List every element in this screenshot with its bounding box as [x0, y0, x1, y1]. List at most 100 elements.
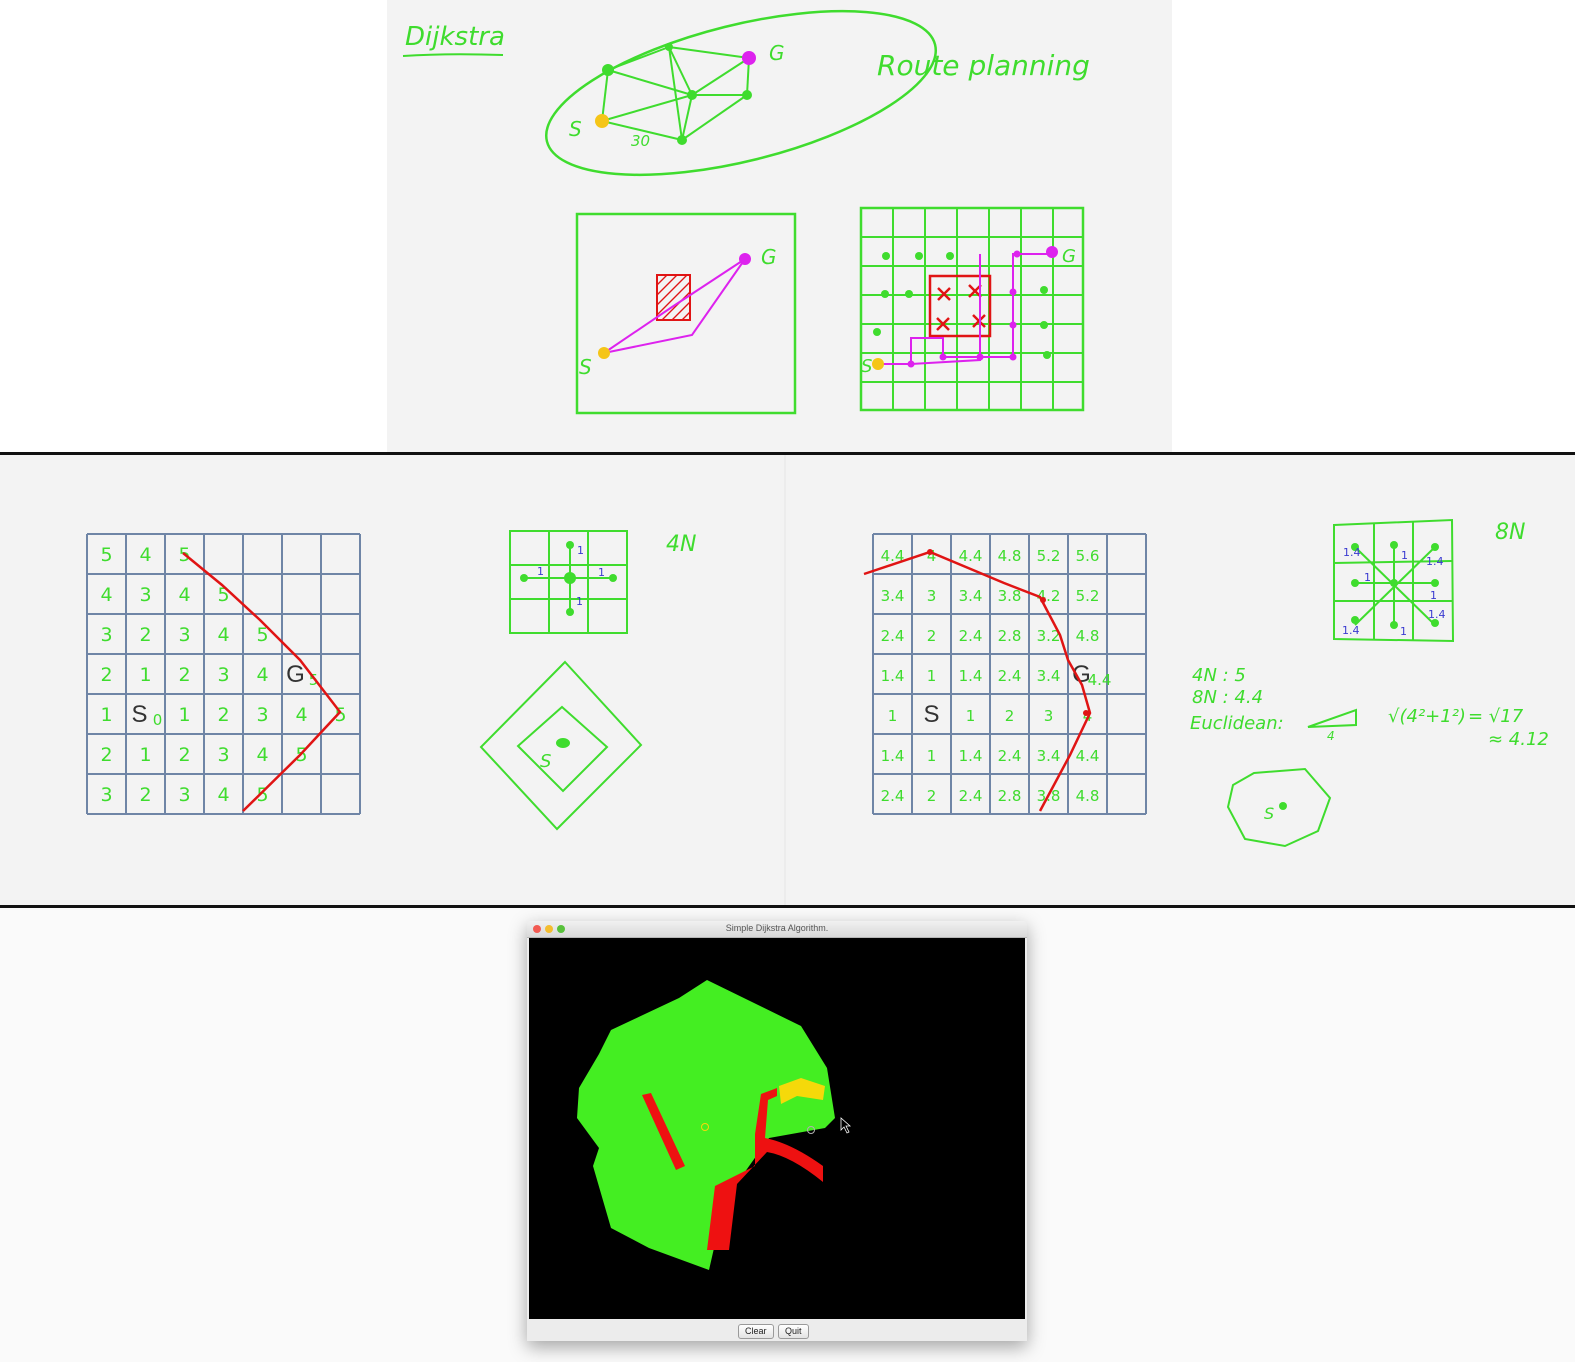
dijkstra-canvas[interactable]	[529, 938, 1025, 1319]
grid-4n-cell: 1	[100, 704, 112, 726]
weight-8n-b: 1	[1400, 625, 1407, 638]
grid-8n-cell: 1	[927, 747, 937, 765]
grid-4n-cell: 4	[256, 664, 268, 686]
grid-8n-cell: 2	[927, 627, 937, 645]
triangle-base: 4	[1327, 729, 1335, 743]
stencil-8n: 1.4 1 1.4 1 1 1.4 1 1.4 8N	[1333, 518, 1525, 643]
weight-4n-bottom: 1	[576, 595, 583, 608]
mouse-cursor-icon	[840, 1117, 852, 1134]
grid-8n-cell: 1.4	[881, 747, 905, 765]
grid-4n-goal-label: G	[286, 661, 305, 688]
window-title: Simple Dijkstra Algorithm.	[725, 923, 829, 933]
grid-4n-cell: 2	[100, 664, 112, 686]
grid-4n-start-label: S	[131, 701, 147, 728]
grid-8n-cell: 1	[966, 707, 976, 725]
weight-8n-t: 1	[1401, 549, 1408, 562]
graph-start-label: S	[569, 117, 582, 141]
quit-button[interactable]: Quit	[778, 1324, 809, 1339]
grid-8n-cell: 3.4	[1037, 747, 1061, 765]
grid-8n-cell: 2.4	[998, 747, 1022, 765]
grid-4n-cell: 1	[139, 744, 151, 766]
grid-8n-cell: 1	[888, 707, 898, 725]
grid-8n-cell: 4.8	[1076, 787, 1100, 805]
graph-diagram: S G 30	[544, 9, 938, 177]
grid-4n-cell: 5	[100, 544, 112, 566]
grid-start-label: S	[861, 356, 872, 377]
obstacle-goal-label: G	[761, 245, 777, 269]
octagon-label: S	[1264, 804, 1274, 823]
grid-8n-cell: 1.4	[959, 747, 983, 765]
note-euclidean: Euclidean:	[1190, 713, 1284, 734]
diamond-label: S	[540, 751, 551, 772]
middle-panel: 54543453234521234G51S01234521234532345 1…	[0, 455, 1575, 905]
grid-4n-cell: 3	[178, 624, 190, 646]
grid-goal-label: G	[1062, 246, 1076, 267]
grid-8n-cell: 2.4	[959, 627, 983, 645]
grid-diagram: S G	[859, 206, 1085, 412]
grid-4n-cell: 3	[100, 624, 112, 646]
grid-4n-cell: 2	[139, 624, 151, 646]
weight-4n-left: 1	[537, 565, 544, 578]
grid-8n-cell: 1	[927, 667, 937, 685]
grid-8n-cell: 4.4	[959, 547, 983, 565]
grid-4n-cell: 2	[178, 664, 190, 686]
diamond-4n: S	[479, 660, 643, 831]
grid-8n-cell: 3	[927, 587, 937, 605]
heading-text: Route planning	[877, 49, 1090, 82]
grid-4n-cell: 2	[178, 744, 190, 766]
grid-4n-cell: 4	[139, 544, 151, 566]
app-window: Simple Dijkstra Algorithm. Clear Quit	[527, 921, 1027, 1341]
grid-4n-cell: 3	[217, 664, 229, 686]
formula-approx: ≈ 4.12	[1488, 729, 1549, 750]
grid-8n-cell: 5.2	[1037, 547, 1061, 565]
grid-8n-cell: 3	[1044, 707, 1054, 725]
grid-4n: 5 4 54 3 4 53 2 3 4 52 1 2 3 4 G 51 S 0 1 2 3 4 52 1 2 3 4 53 2 3 4 5	[86, 533, 361, 815]
grid-4n-cell: 4	[295, 704, 307, 726]
grid-4n-cell: 3	[100, 784, 112, 806]
weight-4n-right: 1	[598, 566, 605, 579]
grid-8n-cell: 2	[927, 787, 937, 805]
distance-notes: 4N : 5 8N : 4.4 Euclidean: 4 √(4²+1²) = …	[1190, 665, 1549, 750]
obstacle-start-label: S	[579, 355, 592, 379]
grid-8n-cell: 3.4	[1037, 667, 1061, 685]
grid-4n-cell: 3	[178, 784, 190, 806]
button-bar: Clear Quit	[527, 1319, 1027, 1341]
window-titlebar[interactable]: Simple Dijkstra Algorithm.	[527, 921, 1027, 938]
grid-8n-cell: 4.8	[998, 547, 1022, 565]
canvas-drawing	[577, 980, 852, 1270]
top-drawing: Dijkstra Route planning S G 30 S G S G	[402, 9, 1090, 415]
grid-8n-cell: 2	[1005, 707, 1015, 725]
grid-8n-cell: 5.6	[1076, 547, 1100, 565]
weight-4n-top: 1	[577, 544, 584, 557]
grid-8n-cell: 1.4	[881, 667, 905, 685]
visited-region	[577, 980, 835, 1270]
grid-4n-cell: 2	[139, 784, 151, 806]
stencil-4n: 1 1 1 1 4N	[509, 530, 696, 634]
title-text: Dijkstra	[405, 22, 505, 52]
clear-button[interactable]: Clear	[738, 1324, 774, 1339]
grid-4n-cell: 0	[153, 711, 163, 729]
grid-8n-cell: 4.4	[1076, 747, 1100, 765]
title-underline	[402, 53, 504, 57]
grid-4n-cell: 1	[178, 704, 190, 726]
grid-4n-cell: 4	[178, 584, 190, 606]
note-8n: 8N : 4.4	[1192, 687, 1263, 708]
obstacle-diagram: S G	[575, 212, 797, 415]
graph-edge-weight: 30	[631, 132, 650, 150]
label-8n: 8N	[1495, 520, 1525, 545]
grid-4n-cell: 1	[139, 664, 151, 686]
weight-8n-br: 1.4	[1428, 608, 1446, 621]
top-panel: Dijkstra Route planning S G 30 S G S G	[0, 0, 1575, 452]
grid-8n-cell: 2.4	[881, 627, 905, 645]
grid-8n-cell: 2.4	[998, 667, 1022, 685]
grid-4n-cell: 4	[256, 744, 268, 766]
grid-8n-start-label: S	[923, 701, 939, 728]
bottom-panel: Simple Dijkstra Algorithm. Clear Quit	[0, 908, 1575, 1362]
weight-8n-r: 1	[1430, 589, 1437, 602]
grid-4n-cell: 2	[100, 744, 112, 766]
grid-8n-cell: 2.4	[959, 787, 983, 805]
grid-8n-cell: 1.4	[959, 667, 983, 685]
weight-8n-tl: 1.4	[1343, 546, 1361, 559]
grid-4n-cell: 4	[100, 584, 112, 606]
formula-eq: = √17	[1468, 706, 1524, 727]
